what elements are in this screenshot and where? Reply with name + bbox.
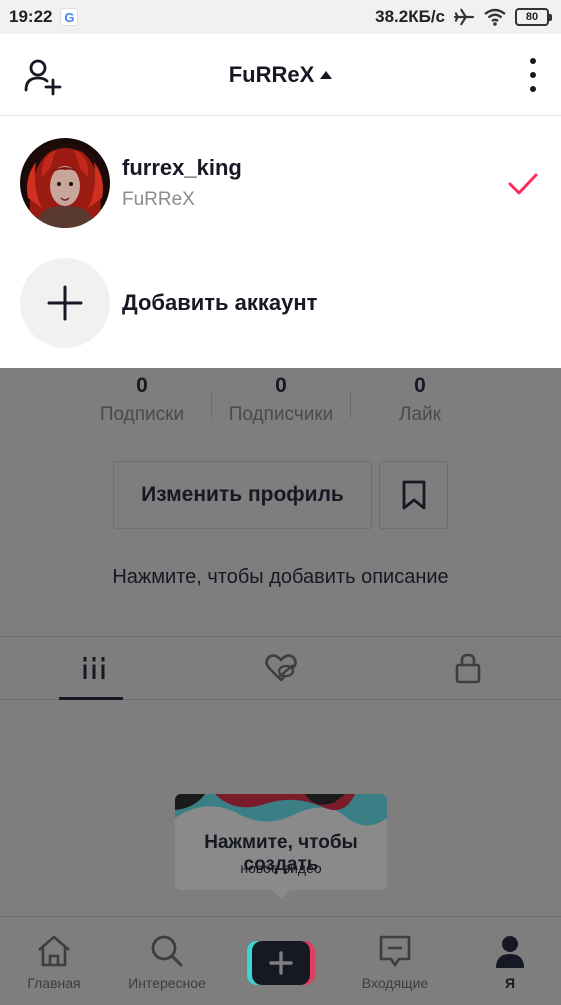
add-user-icon[interactable] bbox=[22, 56, 62, 96]
active-tab-indicator bbox=[59, 697, 123, 700]
lock-icon bbox=[455, 653, 480, 684]
create-video-button[interactable] bbox=[247, 941, 315, 985]
bookmark-icon bbox=[402, 480, 425, 510]
checkmark-icon bbox=[508, 173, 538, 195]
nav-me[interactable]: Я bbox=[470, 917, 550, 1005]
account-switcher[interactable]: FuRReX bbox=[229, 62, 333, 88]
profile-header: FuRReX bbox=[0, 34, 561, 116]
nav-home[interactable]: Главная bbox=[14, 917, 94, 1005]
stat-label: Подписки bbox=[99, 404, 185, 425]
edit-profile-button[interactable]: Изменить профиль bbox=[113, 461, 372, 529]
hidden-heart-icon bbox=[264, 654, 297, 682]
stat-likes[interactable]: 0 Лайк bbox=[370, 374, 470, 426]
tab-liked[interactable] bbox=[187, 637, 374, 699]
stat-label: Лайк bbox=[399, 404, 441, 425]
add-account-label: Добавить аккаунт bbox=[122, 290, 318, 315]
tooltip-pointer bbox=[272, 890, 290, 899]
home-icon bbox=[38, 935, 70, 967]
status-bar: 19:22 G 38.2КБ/с 80 bbox=[0, 0, 561, 34]
header-title: FuRReX bbox=[228, 61, 315, 87]
more-options-icon[interactable] bbox=[527, 58, 539, 92]
avatar bbox=[20, 138, 110, 228]
tooltip-subtitle: новое видео bbox=[240, 860, 322, 876]
account-item-current[interactable]: furrex_king FuRReX bbox=[20, 138, 242, 228]
stat-followers[interactable]: 0 Подписчики bbox=[218, 374, 344, 426]
bio-hint[interactable]: Нажмите, чтобы добавить описание bbox=[0, 566, 561, 589]
add-account-button[interactable]: Добавить аккаунт bbox=[20, 258, 317, 348]
caret-up-icon bbox=[320, 70, 333, 79]
stat-following[interactable]: 0 Подписки bbox=[92, 374, 192, 426]
google-icon: G bbox=[60, 8, 79, 26]
nav-me-label: Я bbox=[504, 975, 516, 991]
nav-discover[interactable]: Интересное bbox=[120, 917, 214, 1005]
airplane-icon bbox=[453, 8, 475, 26]
favorites-button[interactable] bbox=[379, 461, 448, 529]
search-icon bbox=[151, 935, 183, 967]
stat-divider bbox=[211, 392, 212, 418]
grid-icon bbox=[80, 657, 107, 679]
status-time: 19:22 bbox=[9, 7, 53, 26]
battery-icon: 80 bbox=[515, 8, 552, 26]
nav-home-label: Главная bbox=[27, 975, 81, 991]
content-tabs bbox=[0, 636, 561, 700]
nav-inbox-label: Входящие bbox=[361, 975, 429, 991]
account-username: furrex_king bbox=[122, 155, 242, 180]
plus-icon bbox=[20, 258, 110, 348]
stat-label: Подписчики bbox=[228, 404, 334, 425]
stat-value: 0 bbox=[414, 374, 426, 397]
tab-private[interactable] bbox=[374, 637, 561, 699]
create-video-tooltip[interactable]: Нажмите, чтобы создать новое видео bbox=[175, 794, 387, 890]
nav-discover-label: Интересное bbox=[128, 975, 206, 991]
profile-stats: 0 Подписки 0 Подписчики 0 Лайк bbox=[0, 368, 561, 438]
bottom-nav: Главная Интересное Входящие Я bbox=[0, 916, 561, 1005]
tab-videos[interactable] bbox=[0, 637, 187, 700]
stat-value: 0 bbox=[136, 374, 148, 397]
nav-inbox[interactable]: Входящие bbox=[355, 917, 435, 1005]
account-list: furrex_king FuRReX Добавить аккаунт bbox=[0, 116, 561, 368]
inbox-icon bbox=[379, 935, 411, 967]
network-speed: 38.2КБ/с bbox=[375, 7, 445, 26]
account-display-name: FuRReX bbox=[122, 189, 195, 210]
stat-divider bbox=[350, 392, 351, 418]
profile-overlay[interactable]: 0 Подписки 0 Подписчики 0 Лайк Изменить … bbox=[0, 368, 561, 916]
stat-value: 0 bbox=[275, 374, 287, 397]
profile-icon bbox=[496, 936, 524, 968]
wifi-icon bbox=[484, 8, 506, 26]
